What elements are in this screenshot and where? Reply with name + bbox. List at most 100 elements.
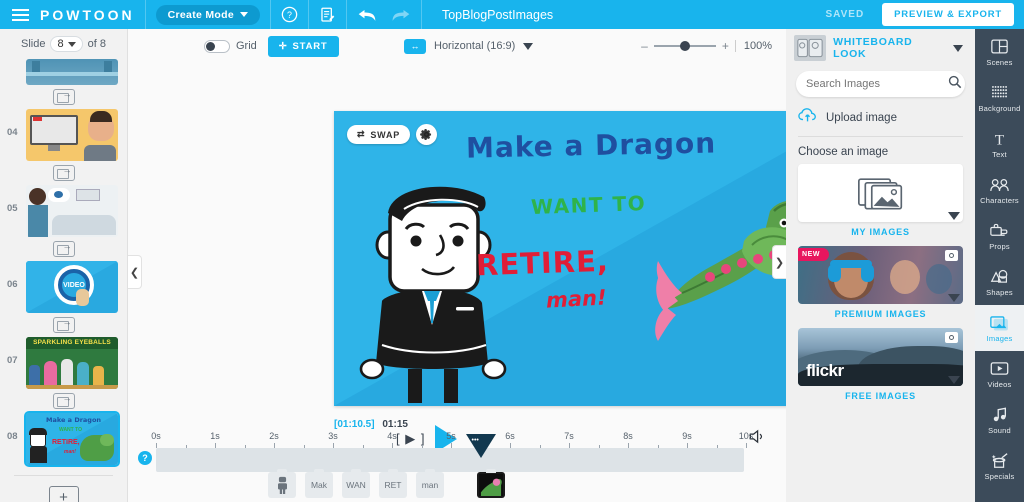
plus-icon: ✛ — [278, 40, 288, 52]
ruler-tick-label: 2s — [269, 431, 279, 441]
ruler-tick — [746, 443, 747, 448]
my-images-card[interactable] — [798, 164, 963, 222]
slide-thumb-03[interactable] — [26, 59, 118, 85]
camera-icon[interactable] — [945, 332, 958, 343]
swap-button[interactable]: ⇄ SWAP — [347, 125, 411, 144]
slide-thumb-06[interactable]: VIDEO — [26, 261, 118, 313]
rail-item-videos[interactable]: Videos — [975, 351, 1024, 397]
timeline-chip-mak[interactable]: Mak — [305, 469, 333, 498]
slide-label: Slide — [21, 38, 46, 50]
zoom-in-button[interactable]: + — [722, 39, 729, 53]
redo-icon[interactable] — [391, 7, 411, 23]
rail-item-scenes[interactable]: Scenes — [975, 29, 1024, 75]
timeline-chip-ret[interactable]: RET — [379, 469, 407, 498]
duplicate-slide-icon[interactable] — [52, 165, 75, 181]
rail-item-images[interactable]: Images — [975, 305, 1024, 351]
add-slide-between[interactable] — [0, 237, 127, 261]
chevron-down-icon[interactable] — [953, 44, 963, 52]
collapse-left-panel-icon[interactable]: ❮ — [128, 255, 142, 289]
timeline-chip-man[interactable]: man — [416, 469, 444, 498]
look-selector[interactable]: WHITEBOARD LOOK — [786, 29, 975, 67]
chevron-down-icon[interactable] — [523, 42, 534, 50]
timeline-chip-character[interactable] — [268, 469, 296, 498]
swap-label: SWAP — [370, 129, 401, 140]
rail-item-text[interactable]: T Text — [975, 121, 1024, 167]
current-time: [01:10.5] — [334, 419, 375, 430]
chevron-down-icon — [67, 41, 76, 47]
businessman-character[interactable] — [352, 173, 512, 403]
add-blank-slide-button[interactable]: + — [48, 486, 79, 502]
duplicate-slide-icon[interactable] — [52, 393, 75, 409]
slide-item[interactable]: 07 SPARKLING EYEBALLS — [0, 337, 127, 389]
slide-number-dropdown[interactable]: 8 — [50, 36, 83, 52]
slide-item[interactable] — [0, 59, 127, 85]
timeline-chip-image[interactable] — [477, 469, 505, 498]
start-button[interactable]: ✛ START — [267, 35, 339, 57]
timeline-chip-wan[interactable]: WAN — [342, 469, 370, 498]
slide-thumb-04[interactable] — [26, 109, 118, 161]
expand-caret-icon[interactable] — [948, 376, 960, 384]
divider — [420, 0, 422, 29]
create-mode-dropdown[interactable]: Create Mode — [155, 4, 260, 25]
rail-item-sound[interactable]: Sound — [975, 397, 1024, 443]
slide-thumb-08[interactable]: Make a Dragon WANT TO RETIRE, man! — [24, 411, 120, 467]
zoom-slider-handle[interactable] — [679, 41, 690, 51]
slide-thumb-05[interactable] — [26, 185, 118, 237]
duplicate-slide-icon[interactable] — [52, 89, 75, 105]
ruler-tick-label: 3s — [328, 431, 338, 441]
add-slide-between[interactable] — [0, 389, 127, 413]
search-input[interactable] — [806, 78, 948, 90]
aspect-ratio-selector[interactable]: ↔ Horizontal (16:9) — [404, 38, 534, 54]
timeline-ruler[interactable]: 0s 1s 2s 3s 4s 5s 6s 7s 8s 9s 10s — [150, 431, 758, 448]
expand-caret-icon[interactable] — [948, 294, 960, 302]
slide-item[interactable]: 04 — [0, 109, 127, 161]
undo-icon[interactable] — [357, 7, 377, 23]
rail-item-label: Sound — [988, 426, 1011, 435]
free-images-card[interactable]: flickr — [798, 328, 963, 386]
rail-item-shapes[interactable]: Shapes — [975, 259, 1024, 305]
rail-item-background[interactable]: Background — [975, 75, 1024, 121]
expand-caret-icon[interactable] — [948, 212, 960, 220]
zoom-out-button[interactable]: – — [641, 39, 648, 53]
preview-export-button[interactable]: PREVIEW & EXPORT — [882, 3, 1014, 26]
svg-text:?: ? — [287, 10, 292, 20]
add-slide-between[interactable] — [0, 85, 127, 109]
canvas-man-text[interactable]: man! — [545, 285, 607, 312]
horizontal-ratio-icon[interactable]: ↔ — [404, 38, 426, 54]
help-icon[interactable]: ? — [281, 6, 298, 23]
menu-icon[interactable] — [0, 8, 36, 21]
slide-thumb-07[interactable]: SPARKLING EYEBALLS — [26, 337, 118, 389]
settings-button[interactable] — [416, 124, 438, 145]
canvas-title-text[interactable]: Make a Dragon — [466, 126, 717, 164]
rail-item-specials[interactable]: Specials — [975, 443, 1024, 489]
divider — [144, 0, 146, 29]
grid-toggle[interactable] — [204, 39, 230, 53]
add-slide-between[interactable] — [0, 313, 127, 337]
duplicate-slide-icon[interactable] — [52, 241, 75, 257]
canvas-retire-text[interactable]: RETIRE, — [475, 244, 609, 283]
blank-slide-section: + Blank slide — [0, 486, 127, 502]
search-icon[interactable] — [948, 75, 962, 94]
rail-item-props[interactable]: Props — [975, 213, 1024, 259]
notes-icon[interactable] — [319, 6, 336, 24]
premium-images-card[interactable]: NEW — [798, 246, 963, 304]
slide-item-selected[interactable]: 08 Make a Dragon WANT TO RETIRE, man! — [0, 411, 127, 467]
camera-icon[interactable] — [945, 250, 958, 261]
slide-item[interactable]: 06 VIDEO — [0, 261, 127, 313]
document-title[interactable]: TopBlogPostImages — [442, 8, 553, 22]
upload-image-button[interactable]: Upload image — [786, 97, 975, 136]
timeline-playhead[interactable] — [465, 434, 496, 458]
text-icon: T — [992, 129, 1007, 148]
canvas-want-text[interactable]: WANT TO — [531, 191, 647, 219]
upload-cloud-icon — [798, 107, 818, 128]
free-images-caption: FREE IMAGES — [845, 391, 916, 401]
slide-item[interactable]: 05 — [0, 185, 127, 237]
add-slide-between[interactable] — [0, 161, 127, 185]
rail-item-characters[interactable]: Characters — [975, 167, 1024, 213]
zoom-slider[interactable] — [653, 41, 716, 51]
search-images-box[interactable] — [796, 71, 965, 97]
rail-item-label: Text — [992, 150, 1007, 159]
duplicate-slide-icon[interactable] — [52, 317, 75, 333]
collapse-right-panel-icon[interactable]: ❯ — [772, 245, 786, 279]
timeline-help-icon[interactable]: ? — [138, 451, 152, 465]
